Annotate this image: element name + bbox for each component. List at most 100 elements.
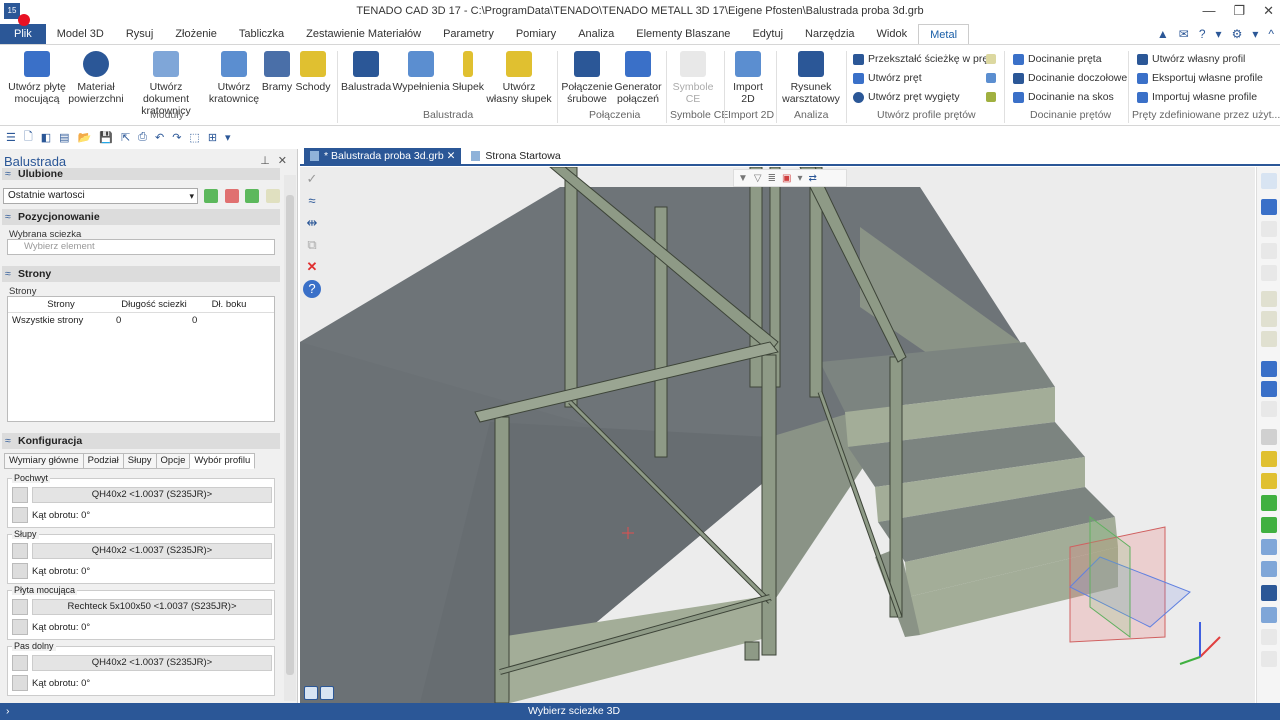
profile-pick-icon[interactable] (12, 599, 28, 615)
edit-favorite-icon[interactable] (266, 189, 280, 203)
apply-icon[interactable] (204, 189, 218, 203)
solid-icon[interactable] (1261, 473, 1277, 489)
utworz-kratownice-button[interactable]: Utwórz kratownicę (208, 51, 260, 105)
docinanie-preta-button[interactable]: Docinanie pręta (1013, 53, 1102, 65)
utworz-wlasny-slupek-button[interactable]: Utwórz własny słupek (486, 51, 552, 105)
section-ulubione[interactable]: Ulubione (2, 168, 280, 180)
open-folder-icon[interactable]: 📂 (78, 131, 92, 144)
polaczenie-srubowe-button[interactable]: Połączenie śrubowe (561, 51, 613, 105)
mail-icon[interactable]: ✉ (1179, 27, 1189, 41)
menu-tab-elementy-blaszane[interactable]: Elementy Blaszane (625, 24, 741, 44)
table-row[interactable]: Wszystkie strony 0 0 (8, 313, 274, 329)
menu-tab-pomiary[interactable]: Pomiary (505, 24, 567, 44)
profile-pick-icon[interactable] (12, 655, 28, 671)
profile-select-button[interactable]: QH40x2 <1.0037 (S235JR)> (32, 655, 272, 671)
section-strony[interactable]: Strony (2, 266, 280, 282)
text-2-icon[interactable] (1261, 651, 1277, 667)
add-favorite-icon[interactable] (245, 189, 259, 203)
menu-tab-parametry[interactable]: Parametry (432, 24, 505, 44)
doc-tab-strona-startowa[interactable]: Strona Startowa (465, 148, 566, 164)
filter-sync-icon[interactable]: ⇄ (808, 173, 816, 184)
panel-scrollbar[interactable] (284, 175, 296, 701)
menu-tab-zestawienie[interactable]: Zestawienie Materiałów (295, 24, 432, 44)
cube-check-2-icon[interactable] (1261, 381, 1277, 397)
help-icon[interactable]: ? (1199, 27, 1206, 41)
glasses-icon[interactable] (1261, 291, 1277, 307)
material-powierzchni-button[interactable]: Materiał powierzchni (68, 51, 124, 105)
help-dropdown-icon[interactable]: ▾ (1216, 27, 1222, 41)
section-pozycjonowanie[interactable]: Pozycjonowanie (2, 209, 280, 225)
rotation-icon[interactable] (12, 675, 28, 691)
utworz-plyte-button[interactable]: Utwórz płytę mocującą (6, 51, 68, 105)
cancel-icon[interactable]: ✕ (303, 258, 321, 276)
eksportuj-profile-button[interactable]: Eksportuj własne profile (1137, 72, 1263, 84)
cube-check-icon[interactable] (1261, 361, 1277, 377)
filter-delete-icon[interactable]: ▣ (782, 173, 791, 184)
text-icon[interactable] (1261, 629, 1277, 645)
tab-opcje[interactable]: Opcje (155, 453, 191, 469)
tab-wybor-profilu[interactable]: Wybór profilu (189, 453, 256, 469)
status-arrow-icon[interactable]: › (6, 703, 10, 720)
new-file-icon[interactable]: 🗋 (24, 128, 33, 147)
glasses-3-icon[interactable] (1261, 331, 1277, 347)
print-icon[interactable]: ⎙ (138, 131, 147, 144)
doc-tab-close-icon[interactable]: ✕ (447, 150, 456, 162)
importuj-profile-button[interactable]: Importuj własne profile (1137, 91, 1257, 103)
zoom-in-icon[interactable] (1261, 221, 1277, 237)
panel-close-icon[interactable]: ✕ (278, 154, 287, 167)
menu-icon[interactable]: ☰ (6, 131, 16, 144)
redo-icon[interactable]: ↷ (172, 131, 181, 144)
menu-tab-rysuj[interactable]: Rysuj (115, 24, 165, 44)
maximize-button[interactable]: ❐ (1233, 3, 1245, 19)
section-konfiguracja[interactable]: Konfiguracja (2, 433, 280, 449)
rysunek-warsztatowy-button[interactable]: Rysunek warsztatowy (780, 51, 842, 105)
menu-tab-narzedzia[interactable]: Narzędzia (794, 24, 866, 44)
balustrada-button[interactable]: Balustrada (341, 51, 391, 93)
pin-icon[interactable]: ⊥ (260, 154, 270, 167)
menu-tab-tabliczka[interactable]: Tabliczka (228, 24, 295, 44)
bar-grid-icon[interactable] (986, 54, 996, 64)
filter-layers-icon[interactable]: ≣ (768, 173, 776, 184)
render-icon[interactable] (1261, 561, 1277, 577)
layers-2-icon[interactable] (1261, 607, 1277, 623)
view-layout-icon[interactable] (1261, 173, 1277, 189)
layers-icon[interactable] (1261, 585, 1277, 601)
split-view-icon[interactable] (304, 686, 318, 700)
profile-select-button[interactable]: QH40x2 <1.0037 (S235JR)> (32, 487, 272, 503)
single-view-icon[interactable] (320, 686, 334, 700)
favorites-combo[interactable]: Ostatnie wartosci (3, 188, 198, 204)
tab-wymiary-glowne[interactable]: Wymiary główne (4, 453, 84, 469)
filter-dropdown-icon[interactable]: ▾ (797, 173, 802, 184)
rotation-icon[interactable] (12, 563, 28, 579)
menu-tab-edytuj[interactable]: Edytuj (741, 24, 794, 44)
minimize-ribbon-icon[interactable]: ^ (1268, 27, 1274, 41)
profile-pick-icon[interactable] (12, 543, 28, 559)
split-icon[interactable]: ⇹ (303, 214, 321, 232)
help-circle-icon[interactable]: ? (303, 280, 321, 298)
profile-pick-icon[interactable] (12, 487, 28, 503)
settings-icon[interactable]: ⚙ (1232, 27, 1243, 41)
view-icon[interactable]: ▤ (59, 131, 69, 144)
save-icon[interactable]: 💾 (99, 131, 113, 144)
profile-select-button[interactable]: Rechteck 5x100x50 <1.0037 (S235JR)> (32, 599, 272, 615)
utworz-dokument-kratownicy-button[interactable]: Utwórz dokument kratownicy (126, 51, 206, 117)
magnet-icon[interactable] (1261, 199, 1277, 215)
zoom-out-icon[interactable] (1261, 243, 1277, 259)
utworz-wlasny-profil-button[interactable]: Utwórz własny profil (1137, 53, 1245, 65)
open-3d-icon[interactable]: ◧ (41, 131, 51, 144)
utworz-pret-button[interactable]: Utwórz pręt (853, 72, 922, 84)
shading-2-icon[interactable] (1261, 517, 1277, 533)
tab-slupy[interactable]: Słupy (122, 453, 157, 469)
settings-dropdown-icon[interactable]: ▾ (1252, 27, 1258, 41)
select-icon[interactable]: ⬚ (189, 131, 199, 144)
glasses-2-icon[interactable] (1261, 311, 1277, 327)
shading-icon[interactable] (1261, 495, 1277, 511)
generator-polaczen-button[interactable]: Generator połączeń (613, 51, 663, 105)
minimize-button[interactable]: — (1202, 3, 1215, 19)
menu-tab-metal[interactable]: Metal (918, 24, 970, 44)
zoom-fit-icon[interactable] (1261, 265, 1277, 281)
confirm-icon[interactable]: ✓ (303, 170, 321, 188)
rotation-icon[interactable] (12, 507, 28, 523)
menu-tab-widok[interactable]: Widok (866, 24, 919, 44)
collapse-ribbon-icon[interactable]: ▲ (1157, 27, 1169, 41)
